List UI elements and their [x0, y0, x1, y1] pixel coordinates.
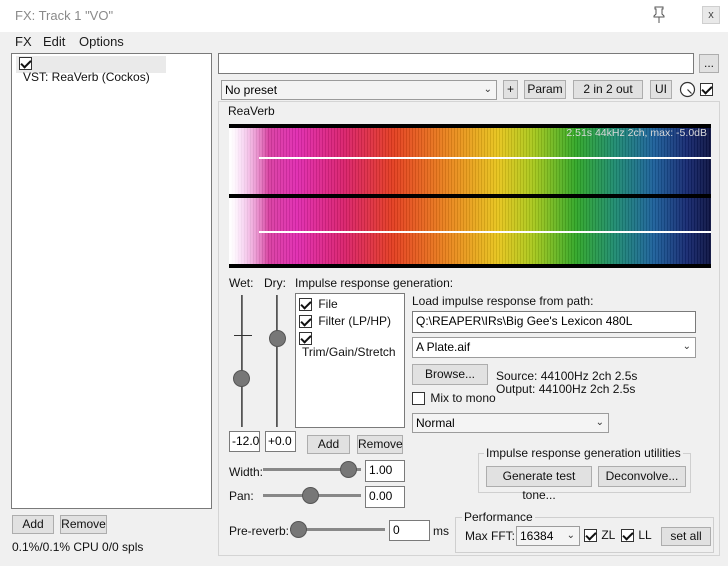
dry-slider-track	[276, 295, 278, 427]
ir-file-select-value: A Plate.aif	[416, 340, 471, 354]
pan-label: Pan:	[229, 489, 254, 503]
zl-checkbox[interactable]	[584, 529, 597, 543]
width-label: Width:	[229, 465, 264, 479]
param-button[interactable]: Param	[524, 80, 566, 99]
fx-name-field[interactable]	[218, 53, 694, 74]
ir-generation-list[interactable]: File Filter (LP/HP) Trim/Gain/Stretch	[295, 293, 405, 428]
ir-gen-item-filter[interactable]: Filter (LP/HP)	[299, 314, 392, 329]
max-fft-label: Max FFT:	[465, 529, 515, 543]
wet-dry-knob-icon[interactable]	[679, 81, 696, 98]
menu-options[interactable]: Options	[79, 34, 124, 49]
remove-ir-step-button[interactable]: Remove	[357, 435, 403, 454]
prereverb-label: Pre-reverb:	[229, 524, 290, 538]
ui-button[interactable]: UI	[650, 80, 672, 99]
spectrogram-envelope-left	[259, 157, 711, 159]
pin-icon[interactable]	[652, 6, 666, 24]
dry-label: Dry:	[264, 276, 286, 290]
close-button[interactable]: x	[702, 6, 720, 24]
mix-to-mono-label: Mix to mono	[430, 391, 496, 405]
dry-slider[interactable]	[268, 295, 288, 427]
fx-enable-checkbox[interactable]	[19, 57, 32, 71]
ll-checkbox[interactable]	[621, 529, 634, 543]
pan-value-field[interactable]: 0.00	[365, 486, 405, 508]
source-info: Source: 44100Hz 2ch 2.5s	[496, 369, 638, 383]
ir-gen-item-label: Trim/Gain/Stretch	[302, 345, 396, 360]
fx-list-item[interactable]: VST: ReaVerb (Cockos)	[16, 56, 166, 84]
ir-spectrogram[interactable]: 2.51s 44kHz 2ch, max: -5.0dB	[229, 124, 711, 268]
ir-gen-item-trim[interactable]: Trim/Gain/Stretch	[299, 331, 404, 359]
io-button[interactable]: 2 in 2 out	[573, 80, 643, 99]
wet-value-field[interactable]: -12.0	[229, 431, 260, 452]
wet-slider-thumb[interactable]	[233, 370, 250, 387]
ll-option[interactable]: LL	[621, 528, 652, 543]
ll-label: LL	[638, 528, 652, 542]
menu-fx[interactable]: FX	[15, 34, 32, 49]
zl-label: ZL	[601, 528, 616, 542]
ir-path-field[interactable]: Q:\REAPER\IRs\Big Gee's Lexicon 480L	[412, 311, 696, 333]
menu-bar: FX Edit Options	[0, 32, 728, 52]
utilities-label: Impulse response generation utilities	[484, 446, 683, 460]
title-bar: FX: Track 1 "VO" x	[0, 0, 728, 32]
dry-value-field[interactable]: +0.0	[265, 431, 296, 452]
zl-option[interactable]: ZL	[584, 528, 616, 543]
ir-gen-item-file[interactable]: File	[299, 297, 338, 312]
dry-slider-thumb[interactable]	[269, 330, 286, 347]
ir-generation-label: Impulse response generation:	[295, 276, 454, 290]
ir-path-label: Load impulse response from path:	[412, 294, 594, 308]
max-fft-select[interactable]: 16384 ⌄	[516, 526, 580, 546]
browse-button[interactable]: Browse...	[412, 364, 488, 385]
chevron-down-icon: ⌄	[595, 417, 604, 428]
cpu-status: 0.1%/0.1% CPU 0/0 spls	[12, 540, 144, 554]
window-title: FX: Track 1 "VO"	[15, 8, 114, 23]
set-all-button[interactable]: set all	[661, 527, 711, 546]
prereverb-slider-thumb[interactable]	[290, 521, 307, 538]
remove-fx-button[interactable]: Remove	[60, 515, 107, 534]
mix-to-mono-option[interactable]: Mix to mono	[412, 391, 496, 406]
add-preset-button[interactable]: +	[503, 80, 518, 99]
prereverb-value-field[interactable]: 0	[389, 520, 430, 541]
chevron-down-icon: ⌄	[682, 341, 691, 352]
chevron-down-icon: ⌄	[566, 530, 575, 541]
mix-to-mono-checkbox[interactable]	[412, 392, 425, 406]
file-checkbox[interactable]	[299, 298, 312, 312]
trim-checkbox[interactable]	[299, 332, 312, 346]
wet-slider-center-mark	[234, 335, 252, 336]
add-ir-step-button[interactable]: Add	[307, 435, 350, 454]
mode-select[interactable]: Normal ⌄	[412, 413, 609, 433]
spectrogram-info: 2.51s 44kHz 2ch, max: -5.0dB	[566, 127, 707, 139]
ir-gen-item-label: File	[318, 297, 338, 311]
fx-browse-button[interactable]: ...	[699, 54, 719, 73]
width-value-field[interactable]: 1.00	[365, 460, 405, 482]
pan-slider-thumb[interactable]	[302, 487, 319, 504]
spectrogram-onset	[229, 128, 269, 194]
filter-checkbox[interactable]	[299, 315, 312, 329]
pan-slider[interactable]	[263, 487, 361, 505]
generate-test-tone-button[interactable]: Generate test tone...	[486, 466, 592, 502]
output-info: Output: 44100Hz 2ch 2.5s	[496, 382, 636, 396]
preset-select-value: No preset	[225, 83, 278, 97]
fx-list-item-label: VST: ReaVerb (Cockos)	[23, 70, 150, 85]
max-fft-value: 16384	[520, 529, 554, 543]
ir-file-select[interactable]: A Plate.aif ⌄	[412, 337, 696, 358]
ir-gen-item-label: Filter (LP/HP)	[318, 314, 392, 328]
wet-slider[interactable]	[233, 295, 253, 427]
chevron-down-icon: ⌄	[483, 84, 492, 95]
menu-edit[interactable]: Edit	[43, 34, 65, 49]
wet-label: Wet:	[229, 276, 254, 290]
fx-chain-list[interactable]: VST: ReaVerb (Cockos)	[11, 53, 212, 509]
plugin-name: ReaVerb	[226, 104, 277, 118]
preset-select[interactable]: No preset ⌄	[221, 80, 497, 100]
width-slider-thumb[interactable]	[340, 461, 357, 478]
bypass-checkbox[interactable]	[700, 83, 713, 97]
wet-slider-track	[241, 295, 243, 427]
mode-select-value: Normal	[416, 416, 455, 430]
prereverb-unit: ms	[433, 524, 449, 538]
prereverb-slider[interactable]	[290, 521, 385, 539]
spectrogram-envelope-right	[259, 231, 711, 233]
width-slider[interactable]	[263, 461, 361, 479]
deconvolve-button[interactable]: Deconvolve...	[598, 466, 686, 487]
performance-label: Performance	[462, 510, 535, 524]
add-fx-button[interactable]: Add	[12, 515, 54, 534]
